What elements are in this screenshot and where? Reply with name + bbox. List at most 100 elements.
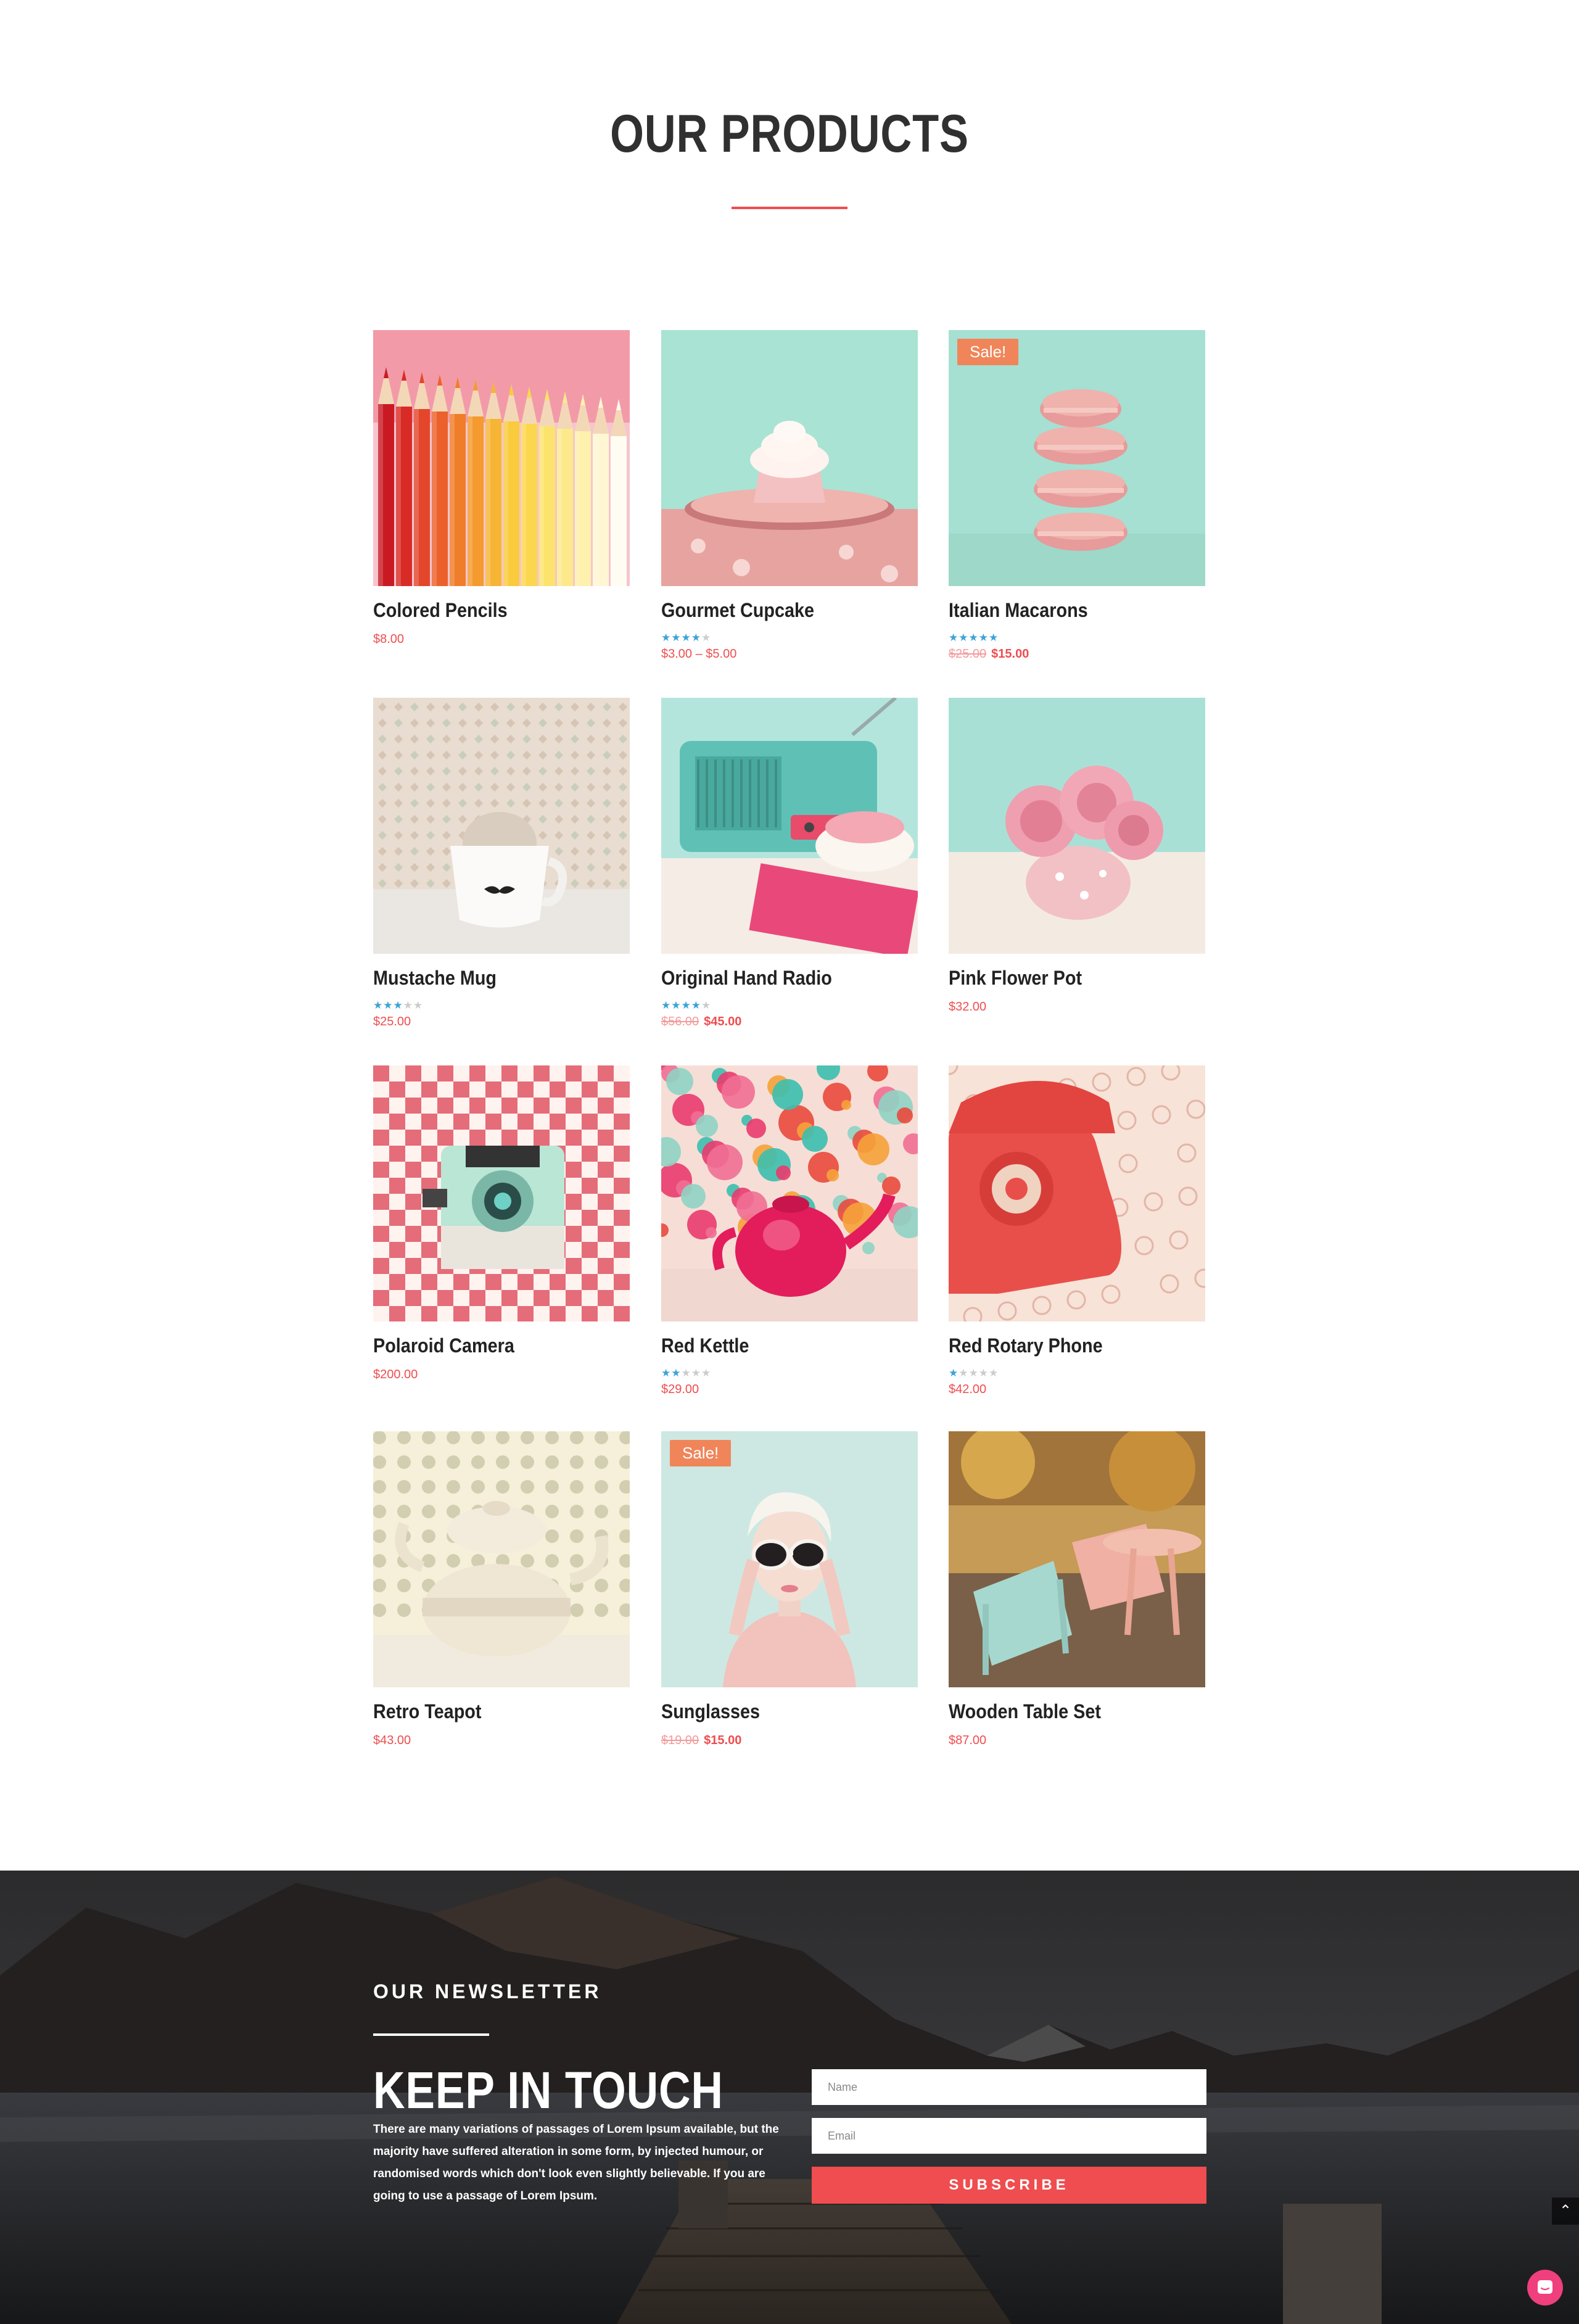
star-icon: ★	[701, 632, 712, 643]
star-icon: ★	[691, 632, 701, 643]
original-price: $56.00	[661, 1015, 699, 1028]
product-card[interactable]: Mustache Mug ★★★★★ $25.00	[373, 698, 630, 1043]
star-icon: ★	[978, 1367, 989, 1379]
product-name[interactable]: Mustache Mug	[373, 967, 497, 990]
product-image-flower-pot[interactable]	[949, 698, 1205, 954]
product-name[interactable]: Italian Macarons	[949, 599, 1088, 622]
product-card[interactable]: Sale! Sunglasses $19.00 $15.00	[661, 1431, 918, 1777]
newsletter-kicker: OUR NEWSLETTER	[373, 1980, 602, 2003]
original-price: $19.00	[661, 1734, 699, 1747]
product-name[interactable]: Wooden Table Set	[949, 1700, 1101, 1723]
product-image-kettle[interactable]	[661, 1065, 918, 1321]
star-icon: ★	[661, 632, 672, 643]
product-card[interactable]: Wooden Table Set $87.00	[949, 1431, 1205, 1777]
product-name[interactable]: Retro Teapot	[373, 1700, 481, 1723]
star-icon: ★	[373, 999, 384, 1011]
newsletter-divider	[373, 2033, 489, 2036]
star-icon: ★	[949, 1367, 959, 1379]
product-price: $29.00	[661, 1383, 699, 1396]
product-price: $42.00	[949, 1383, 987, 1396]
star-icon: ★	[671, 999, 682, 1011]
star-icon: ★	[661, 1367, 672, 1379]
sale-price: $45.00	[704, 1015, 742, 1028]
sale-price: $15.00	[991, 647, 1029, 661]
sale-badge: Sale!	[670, 1440, 732, 1466]
product-card[interactable]: Sale! Italian Macarons ★★★★★ $25.00 $15.00	[949, 330, 1205, 676]
product-price: $87.00	[949, 1734, 987, 1747]
star-icon: ★	[959, 1367, 969, 1379]
star-icon: ★	[393, 999, 403, 1011]
product-image-camera[interactable]	[373, 1065, 630, 1321]
product-price: $3.00 – $5.00	[661, 647, 737, 661]
product-card[interactable]: Red Rotary Phone ★★★★★ $42.00	[949, 1065, 1205, 1411]
product-name[interactable]: Polaroid Camera	[373, 1334, 514, 1357]
star-icon: ★	[959, 632, 969, 643]
chevron-up-icon[interactable]: ⌃	[1552, 2198, 1579, 2225]
product-price: $200.00	[373, 1368, 418, 1381]
product-name[interactable]: Sunglasses	[661, 1700, 760, 1723]
product-price: $25.00	[373, 1015, 411, 1028]
product-name[interactable]: Colored Pencils	[373, 599, 508, 622]
star-icon: ★	[691, 1367, 701, 1379]
original-price: $25.00	[949, 647, 987, 661]
product-card[interactable]: Polaroid Camera $200.00	[373, 1065, 630, 1411]
product-price: $19.00 $15.00	[661, 1734, 741, 1748]
product-card[interactable]: Gourmet Cupcake ★★★★★ $3.00 – $5.00	[661, 330, 918, 676]
product-price: $56.00 $45.00	[661, 1015, 741, 1029]
product-image-colored-pencils[interactable]	[373, 330, 630, 586]
product-image-mug[interactable]	[373, 698, 630, 954]
star-icon: ★	[989, 632, 999, 643]
star-icon: ★	[671, 632, 682, 643]
star-icon: ★	[978, 632, 989, 643]
product-name[interactable]: Red Rotary Phone	[949, 1334, 1103, 1357]
product-image-sunglasses[interactable]	[661, 1431, 918, 1687]
sale-price: $15.00	[704, 1734, 742, 1747]
star-icon: ★	[681, 999, 691, 1011]
product-image-table-set[interactable]	[949, 1431, 1205, 1687]
star-icon: ★	[949, 632, 959, 643]
star-icon: ★	[968, 632, 979, 643]
product-price: $8.00	[373, 632, 405, 646]
product-card[interactable]: Colored Pencils $8.00	[373, 330, 630, 676]
product-card[interactable]: Retro Teapot $43.00	[373, 1431, 630, 1777]
product-card[interactable]: Red Kettle ★★★★★ $29.00	[661, 1065, 918, 1411]
sale-badge: Sale!	[957, 339, 1019, 365]
star-rating: ★★★★★	[373, 999, 423, 1012]
product-image-phone[interactable]	[949, 1065, 1205, 1321]
product-price: $25.00 $15.00	[949, 647, 1029, 661]
name-field[interactable]	[812, 2069, 1206, 2105]
mountain-lake-background	[0, 1871, 1579, 2324]
product-price: $32.00	[949, 1000, 987, 1014]
product-card[interactable]: Original Hand Radio ★★★★★ $56.00 $45.00	[661, 698, 918, 1043]
product-name[interactable]: Original Hand Radio	[661, 967, 832, 990]
section-title: OUR PRODUCTS	[610, 104, 969, 163]
product-image-teapot[interactable]	[373, 1431, 630, 1687]
newsletter-section: OUR NEWSLETTER KEEP IN TOUCH There are m…	[0, 1871, 1579, 2324]
product-image-radio[interactable]	[661, 698, 918, 954]
product-name[interactable]: Red Kettle	[661, 1334, 749, 1357]
star-rating: ★★★★★	[949, 632, 999, 644]
star-icon: ★	[383, 999, 394, 1011]
chat-icon	[1538, 2280, 1552, 2294]
subscribe-button[interactable]: SUBSCRIBE	[812, 2167, 1206, 2204]
product-name[interactable]: Pink Flower Pot	[949, 967, 1082, 990]
email-field[interactable]	[812, 2118, 1206, 2154]
product-card[interactable]: Pink Flower Pot $32.00	[949, 698, 1205, 1043]
star-icon: ★	[968, 1367, 979, 1379]
star-icon: ★	[671, 1367, 682, 1379]
product-name[interactable]: Gourmet Cupcake	[661, 599, 814, 622]
newsletter-title: KEEP IN TOUCH	[373, 2061, 724, 2119]
star-rating: ★★★★★	[661, 1367, 711, 1379]
star-rating: ★★★★★	[661, 999, 711, 1012]
product-image-macarons[interactable]	[949, 330, 1205, 586]
star-icon: ★	[681, 632, 691, 643]
newsletter-description: There are many variations of passages of…	[373, 2123, 779, 2202]
star-icon: ★	[661, 999, 672, 1011]
star-icon: ★	[989, 1367, 999, 1379]
title-divider	[732, 207, 847, 209]
product-image-cupcake[interactable]	[661, 330, 918, 586]
chat-button[interactable]	[1527, 2270, 1563, 2305]
star-icon: ★	[691, 999, 701, 1011]
star-icon: ★	[701, 1367, 712, 1379]
star-icon: ★	[701, 999, 712, 1011]
